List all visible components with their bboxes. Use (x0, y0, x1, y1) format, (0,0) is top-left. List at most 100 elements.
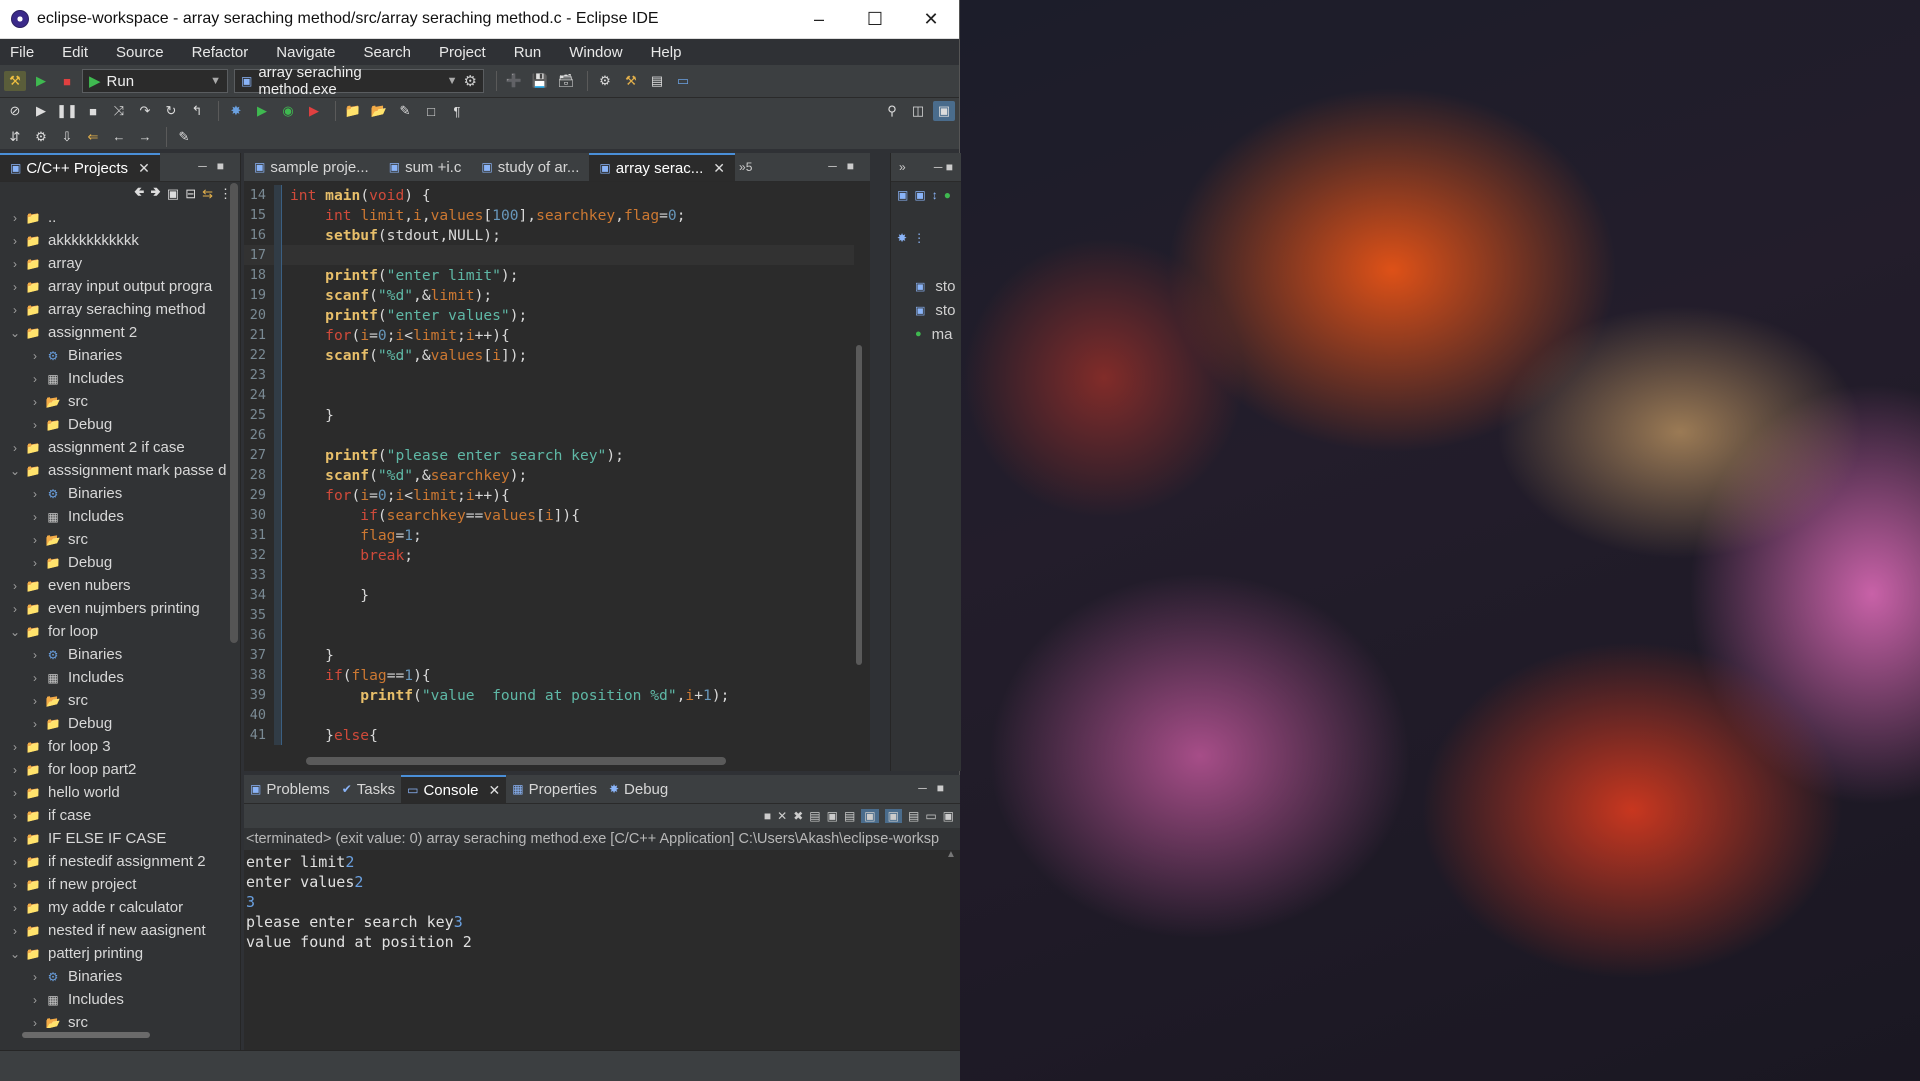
last-edit-icon[interactable]: ⇐ (82, 127, 104, 147)
stop-icon[interactable]: ■ (56, 71, 78, 91)
word-wrap-icon[interactable]: ▤ (844, 809, 855, 823)
menu-item-run[interactable]: Run (508, 44, 554, 61)
chevron-right-icon[interactable]: › (26, 510, 44, 524)
chevron-right-icon[interactable]: › (26, 717, 44, 731)
tree-node[interactable]: › 📁 array (0, 252, 240, 275)
chevron-right-icon[interactable]: › (6, 855, 24, 869)
build-hammer-icon[interactable]: ⚒ (4, 71, 26, 91)
remove-all-icon[interactable]: ✖ (793, 809, 803, 823)
chevron-right-icon[interactable]: › (6, 280, 24, 294)
tree-node[interactable]: › ▦ Includes (0, 988, 240, 1011)
chevron-down-icon[interactable]: ⌄ (6, 326, 24, 340)
debug-icon[interactable]: ✸ (225, 101, 247, 121)
build-config-icon[interactable]: ⚙ (594, 71, 616, 91)
chevron-right-icon[interactable]: › (6, 763, 24, 777)
menu-item-source[interactable]: Source (110, 44, 176, 61)
tab-tasks[interactable]: ✔ Tasks (336, 775, 401, 803)
gear-icon[interactable]: ⚙ (464, 72, 477, 90)
tree-node[interactable]: › 📁 if new project (0, 873, 240, 896)
tree-node[interactable]: › 📁 even nubers (0, 574, 240, 597)
open-folder-icon[interactable]: 📁 (342, 101, 364, 121)
editor-tab[interactable]: ▣ sample proje... (244, 153, 379, 181)
tree-node[interactable]: › 📁 if nestedif assignment 2 (0, 850, 240, 873)
suspend-icon[interactable]: ❚❚ (56, 101, 78, 121)
chevron-right-icon[interactable]: › (6, 303, 24, 317)
tree-node[interactable]: › 📁 akkkkkkkkkkk (0, 229, 240, 252)
menu-item-file[interactable]: File (4, 44, 46, 61)
link-editor-icon[interactable]: ⇆ (202, 186, 213, 202)
console-view-icon[interactable]: ▭ (672, 71, 694, 91)
tree-node[interactable]: ⌄ 📁 asssignment mark passe d (0, 459, 240, 482)
editor-tab[interactable]: ▣ sum +i.c (379, 153, 472, 181)
chevron-right-icon[interactable]: › (26, 349, 44, 363)
explorer-hscrollbar[interactable] (22, 1032, 150, 1038)
chevron-right-icon[interactable]: › (26, 671, 44, 685)
explorer-scrollbar[interactable] (230, 183, 238, 643)
run-icon[interactable]: ▶ (30, 71, 52, 91)
step-return-icon[interactable]: ↰ (186, 101, 208, 121)
resume-icon[interactable]: ▶ (30, 101, 52, 121)
close-icon[interactable]: ✕ (489, 782, 501, 799)
tree-node[interactable]: › 📁 IF ELSE IF CASE (0, 827, 240, 850)
outline-item[interactable]: ● ma (891, 322, 961, 346)
menu-item-project[interactable]: Project (433, 44, 498, 61)
tree-node[interactable]: › 📂 src (0, 390, 240, 413)
tree-node[interactable]: › 📁 if case (0, 804, 240, 827)
menu-item-refactor[interactable]: Refactor (186, 44, 261, 61)
tree-node[interactable]: › 📁 even nujmbers printing (0, 597, 240, 620)
annotation-icon[interactable]: ⚙ (30, 127, 52, 147)
sort-icon[interactable]: ↕ (932, 188, 938, 225)
minimize-button[interactable]: – (791, 0, 847, 38)
search-icon[interactable]: ⚲ (881, 101, 903, 121)
forward-icon[interactable]: → (134, 127, 156, 147)
save-icon[interactable]: 💾 (529, 71, 551, 91)
chevron-down-icon[interactable]: ⌄ (6, 464, 24, 478)
show-stderr-icon[interactable]: ▣ (884, 809, 902, 823)
pin-console-icon[interactable]: ▤ (908, 809, 919, 823)
tab-console[interactable]: ▭ Console ✕ (401, 775, 507, 803)
step-into-icon[interactable]: ↷ (134, 101, 156, 121)
chevron-right-icon[interactable]: › (6, 211, 24, 225)
tree-node[interactable]: › 📁 for loop part2 (0, 758, 240, 781)
minimize-maximize-icon[interactable]: ─■ (918, 781, 954, 795)
menu-item-help[interactable]: Help (645, 44, 694, 61)
launch-target-select[interactable]: ▣ array seraching method.exe ▼ ⚙ (234, 64, 484, 98)
chevron-right-icon[interactable]: › (26, 694, 44, 708)
tree-node[interactable]: ⌄ 📁 for loop (0, 620, 240, 643)
editor-tab[interactable]: ▣ study of ar... (471, 153, 589, 181)
back-icon[interactable]: ← (108, 127, 130, 147)
show-stdout-icon[interactable]: ▣ (861, 809, 879, 823)
more-views-icon[interactable]: » (899, 160, 906, 174)
tree-node[interactable]: › 📁 for loop 3 (0, 735, 240, 758)
remove-launch-icon[interactable]: ✕ (777, 809, 787, 823)
external-tools-icon[interactable]: ▶ (303, 101, 325, 121)
disconnect-icon[interactable]: ⤨ (108, 101, 130, 121)
tree-node[interactable]: ⌄ 📁 assignment 2 (0, 321, 240, 344)
paragraph-icon[interactable]: ¶ (446, 101, 468, 121)
tab-cpp-projects[interactable]: ▣ C/C++ Projects ✕ (0, 153, 160, 181)
tree-node[interactable]: › 📁 nested if new aasignent (0, 919, 240, 942)
build-all-icon[interactable]: ⚒ (620, 71, 642, 91)
tree-node[interactable]: › ⚙ Binaries (0, 643, 240, 666)
menu-item-window[interactable]: Window (563, 44, 634, 61)
tree-node[interactable]: › 📁 array seraching method (0, 298, 240, 321)
chevron-right-icon[interactable]: › (6, 579, 24, 593)
minimize-maximize-icon[interactable]: ─■ (828, 159, 864, 173)
hide-nonpublic-icon[interactable]: ● (944, 188, 951, 225)
close-window-button[interactable]: ✕ (903, 0, 959, 38)
code-area[interactable]: 14 int main(void) {15 int limit,i,values[… (244, 185, 854, 745)
next-annotation-icon[interactable]: ⇩ (56, 127, 78, 147)
chevron-right-icon[interactable]: › (26, 970, 44, 984)
menu-item-navigate[interactable]: Navigate (270, 44, 347, 61)
tree-node[interactable]: › 📁 my adde r calculator (0, 896, 240, 919)
tree-node[interactable]: › ▦ Includes (0, 666, 240, 689)
open-perspective-icon[interactable]: ◫ (907, 101, 929, 121)
terminal-icon[interactable]: ▤ (646, 71, 668, 91)
editor-hscrollbar[interactable] (306, 757, 726, 765)
outline-item[interactable]: ▣ sto (891, 298, 961, 322)
chevron-right-icon[interactable]: › (26, 418, 44, 432)
editor-scrollbar[interactable] (854, 185, 864, 745)
skip-breakpoints-icon[interactable]: ⊘ (4, 101, 26, 121)
coverage-icon[interactable]: ◉ (277, 101, 299, 121)
hide-static-icon[interactable]: ▣ (914, 188, 925, 225)
